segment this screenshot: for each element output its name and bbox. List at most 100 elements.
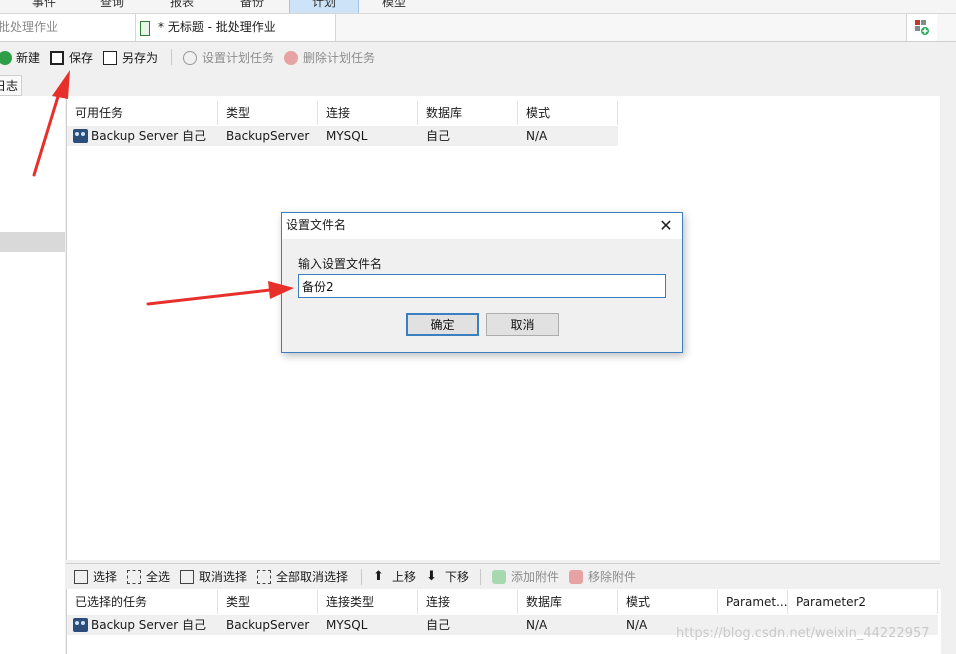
delete-schedule-label: 删除计划任务	[303, 51, 376, 65]
deselect-all-label: 全部取消选择	[276, 570, 349, 584]
column-header-connection[interactable]: 连接	[418, 590, 518, 614]
arrow-down-icon: ⬇	[426, 569, 437, 584]
save-as-button-label: 另存为	[122, 51, 159, 65]
deselect-icon	[180, 570, 194, 584]
new-button-label: 新建	[16, 51, 41, 65]
move-down-button[interactable]: ⬇ 下移	[426, 568, 472, 586]
cancel-button[interactable]: 取消	[486, 313, 559, 336]
copy-document-icon	[103, 51, 117, 65]
set-filename-dialog: 设置文件名 ✕ 输入设置文件名 确定 取消	[281, 212, 683, 353]
doc-tab-untitled-batch-job[interactable]: * 无标题 - 批处理作业	[136, 14, 336, 41]
task-connection-cell: 自己	[418, 615, 518, 635]
save-button[interactable]: 保存	[50, 49, 96, 67]
column-header-type[interactable]: 类型	[218, 590, 318, 614]
vertical-scrollbar[interactable]	[940, 96, 956, 654]
add-attachment-button[interactable]: 添加附件	[492, 568, 562, 586]
set-schedule-label: 设置计划任务	[202, 51, 275, 65]
remove-attachment-label: 移除附件	[588, 570, 637, 584]
task-name-cell: Backup Server 自己	[67, 126, 218, 146]
select-label: 选择	[93, 570, 118, 584]
ribbon-tab-schedule[interactable]: 计划	[289, 0, 359, 13]
column-header-schema[interactable]: 模式	[518, 101, 618, 125]
column-header-parameter1[interactable]: Paramet...	[718, 590, 788, 614]
column-header-database[interactable]: 数据库	[418, 101, 518, 125]
doc-tab-label: * 无标题 - 批处理作业	[158, 20, 276, 34]
ribbon-tab-reports[interactable]: 报表	[160, 0, 204, 13]
deselect-all-icon	[257, 570, 271, 584]
toolbar-separator	[171, 49, 172, 65]
filename-label: 输入设置文件名	[298, 257, 383, 271]
doc-tab-label: 批处理作业	[0, 20, 59, 34]
toolbar-separator	[480, 569, 481, 585]
column-header-schema[interactable]: 模式	[618, 590, 718, 614]
watermark-text: https://blog.csdn.net/weixin_44222957	[676, 626, 930, 641]
move-up-label: 上移	[392, 570, 417, 584]
select-all-button[interactable]: 全选	[127, 568, 173, 586]
sidebar-panel	[0, 96, 65, 654]
doc-tab-batch-job[interactable]: 批处理作业	[0, 14, 136, 41]
task-name: Backup Server 自己	[91, 618, 206, 632]
batch-job-icon	[140, 21, 150, 36]
plus-icon	[0, 51, 12, 65]
ribbon-tab-query[interactable]: 查询	[90, 0, 134, 13]
arrow-up-icon: ⬆	[373, 569, 384, 584]
sidebar-tab-label: 日志	[0, 79, 19, 93]
backup-server-icon	[73, 618, 88, 632]
checkbox-icon	[74, 570, 88, 584]
ribbon-tab-strip: 事件 查询 报表 备份 计划 模型	[0, 0, 956, 14]
add-attachment-icon	[492, 570, 506, 584]
task-connection-cell: MYSQL	[318, 126, 418, 146]
column-header-type[interactable]: 类型	[218, 101, 318, 125]
save-button-label: 保存	[69, 51, 94, 65]
column-header-available-task[interactable]: 可用任务	[67, 101, 218, 125]
selected-tasks-toolbar: 选择 全选 取消选择 全部取消选择 ⬆ 上移 ⬇ 下移 添加附件 移除附件	[66, 563, 940, 590]
task-schema-cell: N/A	[518, 126, 618, 146]
column-header-parameter2[interactable]: Parameter2	[788, 590, 938, 614]
filename-input[interactable]	[298, 274, 666, 298]
remove-attachment-button[interactable]: 移除附件	[569, 568, 639, 586]
column-header-database[interactable]: 数据库	[518, 590, 618, 614]
ok-button[interactable]: 确定	[406, 313, 479, 336]
deselect-label: 取消选择	[199, 570, 248, 584]
column-header-selected-task[interactable]: 已选择的任务	[67, 590, 218, 614]
column-header-connection-type[interactable]: 连接类型	[318, 590, 418, 614]
select-all-icon	[127, 570, 141, 584]
task-connection-type-cell: MYSQL	[318, 615, 418, 635]
object-grid-icon	[915, 20, 929, 35]
floppy-disk-icon	[50, 51, 64, 65]
main-toolbar: 新建 保存 另存为 设置计划任务 删除计划任务	[0, 42, 940, 74]
task-database-cell: 自己	[418, 126, 518, 146]
sidebar-tab-log[interactable]: 日志	[0, 75, 22, 96]
new-button[interactable]: 新建	[0, 49, 44, 67]
dialog-title-bar[interactable]: 设置文件名 ✕	[282, 213, 682, 239]
deselect-button[interactable]: 取消选择	[180, 568, 250, 586]
deselect-all-button[interactable]: 全部取消选择	[257, 568, 353, 586]
add-attachment-label: 添加附件	[511, 570, 560, 584]
remove-attachment-icon	[569, 570, 583, 584]
object-list-button[interactable]	[906, 14, 937, 41]
ribbon-tab-model[interactable]: 模型	[372, 0, 416, 13]
set-schedule-button[interactable]: 设置计划任务	[183, 49, 277, 67]
task-type-cell: BackupServer	[218, 126, 318, 146]
task-name-cell: Backup Server 自己	[67, 615, 218, 635]
close-icon[interactable]: ✕	[656, 216, 676, 236]
dialog-title: 设置文件名	[286, 218, 347, 232]
backup-server-icon	[73, 129, 88, 143]
document-tab-row: 批处理作业 * 无标题 - 批处理作业	[0, 14, 956, 42]
move-up-button[interactable]: ⬆ 上移	[373, 568, 419, 586]
column-header-connection[interactable]: 连接	[318, 101, 418, 125]
selected-tasks-list: 已选择的任务 类型 连接类型 连接 数据库 模式 Paramet... Para…	[66, 589, 941, 654]
task-name: Backup Server 自己	[91, 129, 206, 143]
select-all-label: 全选	[146, 570, 171, 584]
task-database-cell: N/A	[518, 615, 618, 635]
select-button[interactable]: 选择	[74, 568, 120, 586]
clock-icon	[183, 51, 197, 65]
move-down-label: 下移	[445, 570, 470, 584]
sidebar-selected-item[interactable]	[0, 232, 65, 252]
delete-schedule-button[interactable]: 删除计划任务	[284, 49, 378, 67]
minus-circle-icon	[284, 51, 298, 65]
ribbon-tab-backup[interactable]: 备份	[230, 0, 274, 13]
ribbon-tab-events[interactable]: 事件	[22, 0, 66, 13]
toolbar-separator	[361, 569, 362, 585]
save-as-button[interactable]: 另存为	[103, 49, 163, 67]
